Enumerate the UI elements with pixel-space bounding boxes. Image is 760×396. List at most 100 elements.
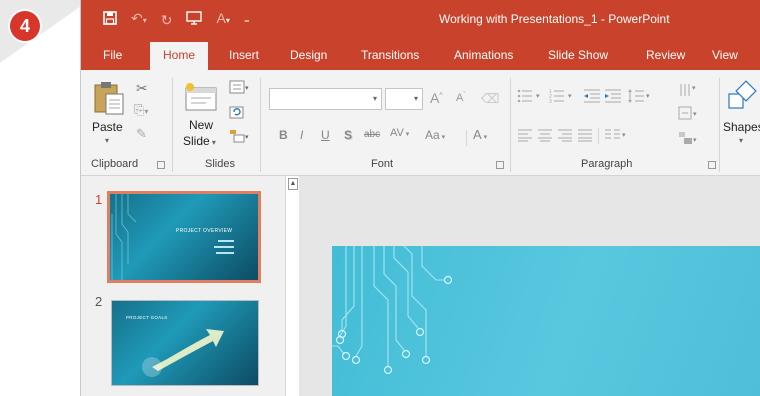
separator <box>510 78 511 172</box>
separator <box>719 78 720 172</box>
slide-1-title: PROJECT OVERVIEW <box>176 228 233 234</box>
text-direction-icon[interactable]: ▾ <box>678 82 702 105</box>
slide-number: 2 <box>95 294 103 309</box>
clipboard-group-label: Clipboard <box>91 158 139 170</box>
smartart-icon[interactable]: ▾ <box>678 130 702 151</box>
bold-button[interactable]: B <box>279 128 288 142</box>
new-slide-label-line2: Slide ▾ <box>183 134 216 148</box>
reset-icon[interactable] <box>229 104 245 125</box>
clear-formatting-icon[interactable]: ⌫ <box>481 91 499 107</box>
slide-thumbnail-selected[interactable]: PROJECT OVERVIEW <box>107 191 261 283</box>
slide-number: 1 <box>95 192 103 207</box>
shapes-icon <box>728 80 757 109</box>
font-launcher-icon[interactable] <box>496 161 504 169</box>
customize-icon[interactable]: ₌ <box>244 11 250 29</box>
shapes-label: Shapes <box>723 120 760 134</box>
character-spacing-button[interactable]: AV ▾ <box>390 127 409 139</box>
grow-font-label: A <box>430 90 440 106</box>
present-icon[interactable] <box>186 10 203 29</box>
svg-text:▾: ▾ <box>646 93 650 100</box>
font-name-input[interactable]: ▾ <box>269 88 382 110</box>
section-icon[interactable]: ▾ <box>229 128 251 149</box>
change-case-label: Aa <box>425 128 440 142</box>
format-painter-button[interactable]: ✎ <box>136 126 147 142</box>
columns-icon[interactable]: ▾ <box>604 128 630 147</box>
svg-text:▾: ▾ <box>245 85 249 92</box>
separator <box>598 128 599 144</box>
copy-icon[interactable]: ⎘▾ <box>134 102 148 118</box>
shapes-dropdown-arrow[interactable]: ▾ <box>739 136 743 145</box>
shrink-font-button[interactable]: Aˇ <box>456 92 465 104</box>
slide-1-bullet <box>218 240 234 242</box>
grow-font-button[interactable]: A^ <box>430 90 443 106</box>
paragraph-launcher-icon[interactable] <box>708 161 716 169</box>
paragraph-group-label: Paragraph <box>581 158 633 170</box>
save-icon[interactable] <box>103 10 117 29</box>
tab-insert[interactable]: Insert <box>229 40 259 70</box>
slide-thumbnail-2[interactable]: PROJECT GOALS <box>111 300 259 386</box>
align-right-icon[interactable] <box>557 128 573 147</box>
svg-text:▾: ▾ <box>568 93 572 100</box>
align-left-icon[interactable] <box>517 128 533 147</box>
powerpoint-window: ↶▾ ↻ A▾ ₌ Working with Presentations_1 -… <box>80 0 760 396</box>
arrow-graphic-icon <box>142 329 224 377</box>
tab-design[interactable]: Design <box>290 40 327 70</box>
chevron-down-icon: ▾ <box>413 94 418 103</box>
slide-thumbnails-pane: 1 PROJECT OVERVIEW 2 PROJECT GOALS ▲ <box>81 176 299 396</box>
new-slide-icon <box>185 83 217 111</box>
paste-label: Paste <box>92 120 123 134</box>
separator <box>260 78 261 172</box>
slide-thumbnail-1: PROJECT OVERVIEW <box>110 194 258 280</box>
undo-icon[interactable]: ↶▾ <box>131 9 147 30</box>
font-size-input[interactable]: ▾ <box>385 88 423 110</box>
svg-text:▾: ▾ <box>536 93 540 100</box>
step-badge: 4 <box>10 11 40 41</box>
circuit-pattern-icon <box>332 246 453 375</box>
svg-text:▾: ▾ <box>245 134 249 141</box>
character-spacing-label: AV <box>390 127 404 139</box>
tab-review[interactable]: Review <box>646 40 685 70</box>
current-slide-canvas[interactable] <box>332 246 760 396</box>
tab-slide-show[interactable]: Slide Show <box>548 40 608 70</box>
align-text-icon[interactable]: ▾ <box>678 106 702 127</box>
decrease-indent-icon[interactable] <box>583 88 601 109</box>
separator <box>172 78 173 172</box>
ribbon-tabs: File Home Insert Design Transitions Anim… <box>81 40 760 70</box>
underline-button[interactable]: U <box>321 128 330 142</box>
scroll-up-icon[interactable]: ▲ <box>288 178 298 190</box>
line-spacing-icon[interactable]: ▾ <box>627 88 653 109</box>
tab-transitions[interactable]: Transitions <box>361 40 419 70</box>
tab-animations[interactable]: Animations <box>454 40 513 70</box>
italic-button[interactable]: I <box>300 128 303 142</box>
svg-text:3: 3 <box>549 99 552 104</box>
tab-view[interactable]: View <box>712 40 738 70</box>
clipboard-launcher-icon[interactable] <box>157 161 165 169</box>
paste-button[interactable]: Paste ▾ <box>89 78 129 148</box>
svg-text:▾: ▾ <box>693 137 697 144</box>
shadow-button[interactable]: S <box>344 128 352 142</box>
layout-icon[interactable]: ▾ <box>229 80 251 101</box>
strikethrough-button[interactable]: abc <box>364 129 380 140</box>
shapes-button[interactable]: Shapes ▾ <box>723 78 760 148</box>
justify-icon[interactable] <box>577 128 593 147</box>
tab-home[interactable]: Home <box>150 42 209 70</box>
new-slide-button[interactable]: New Slide ▾ <box>179 78 225 158</box>
change-case-button[interactable]: Aa ▾ <box>425 128 445 142</box>
separator <box>466 130 467 146</box>
redo-icon[interactable]: ↻ <box>161 11 173 29</box>
bullets-icon[interactable]: ▾ <box>517 88 547 109</box>
increase-indent-icon[interactable] <box>604 88 622 109</box>
format-painter-icon[interactable]: A▾ <box>216 9 229 30</box>
new-slide-label-line1: New <box>189 118 214 132</box>
align-center-icon[interactable] <box>537 128 553 147</box>
slides-group-label: Slides <box>205 158 235 170</box>
window-title: Working with Presentations_1 - PowerPoin… <box>439 12 670 26</box>
tab-file[interactable]: File <box>103 40 122 70</box>
slide-1-bullet <box>216 252 234 254</box>
thumbnails-scrollbar[interactable]: ▲ <box>285 176 299 396</box>
numbering-icon[interactable]: 1 2 3 ▾ <box>549 88 579 109</box>
cut-icon[interactable]: ✂ <box>136 80 148 97</box>
paste-dropdown-arrow[interactable]: ▾ <box>105 136 109 145</box>
svg-text:▾: ▾ <box>692 85 696 92</box>
font-color-button[interactable]: A ▾ <box>473 127 487 142</box>
